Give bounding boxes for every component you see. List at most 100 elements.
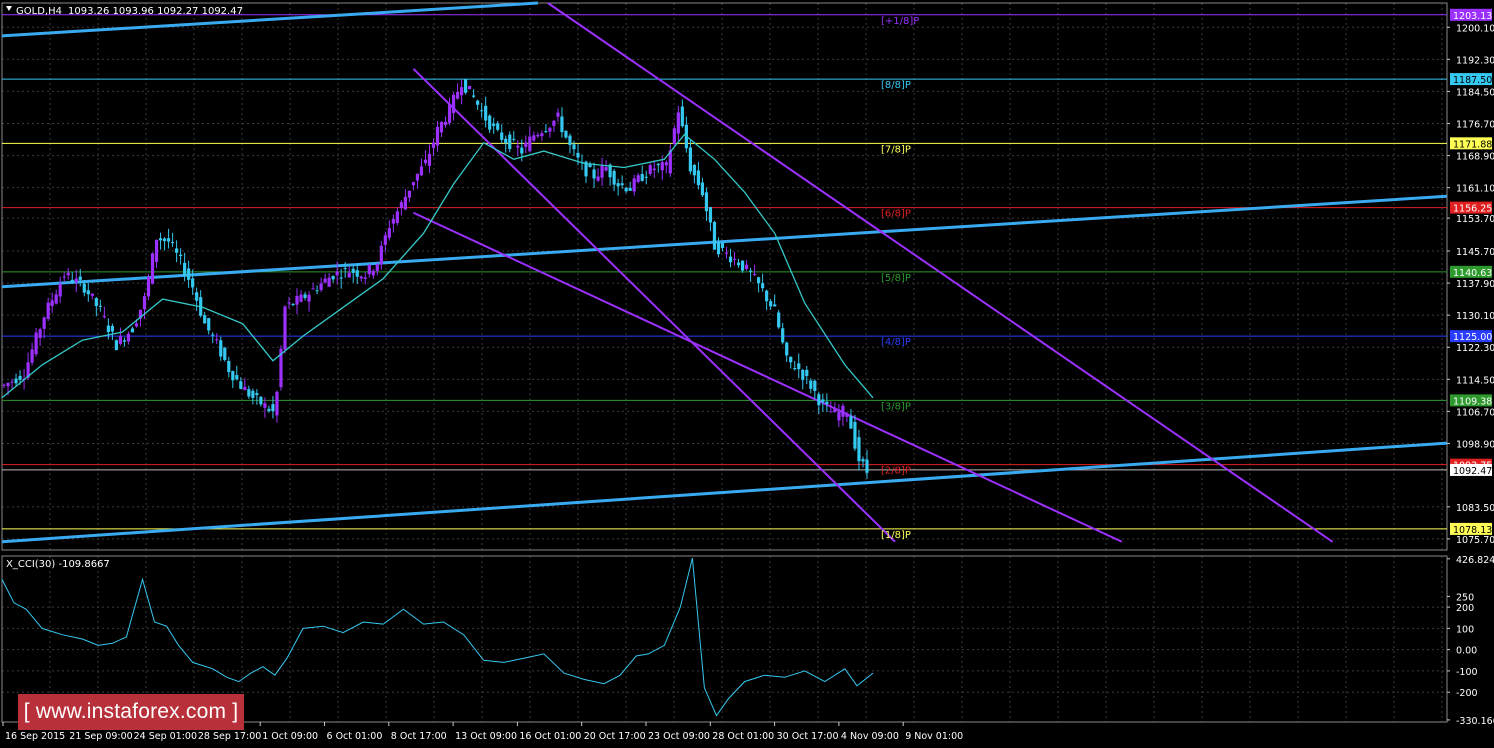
price-tick-label: 1098.90: [1456, 439, 1494, 450]
watermark-badge[interactable]: [ www.instaforex.com ]: [18, 694, 244, 730]
candle-body: [179, 254, 183, 257]
candle-body: [227, 360, 231, 373]
candle-body: [403, 196, 407, 210]
murrey-level-label: [+1/8]P: [881, 16, 919, 27]
candle-body: [30, 349, 34, 363]
candle-body: [560, 116, 564, 133]
price-tick-label: 1184.50: [1456, 87, 1494, 98]
candle-body: [319, 283, 323, 290]
candle-body: [70, 279, 74, 283]
candle-body: [548, 127, 552, 132]
level-price-text: 1109.38: [1453, 396, 1492, 407]
time-tick-label: 16 Sep 2015: [5, 731, 65, 742]
candle-body: [14, 378, 18, 384]
price-tick-label: 1176.70: [1456, 120, 1494, 131]
background: [0, 0, 1494, 744]
candle-body: [744, 264, 749, 270]
candle-body: [652, 168, 656, 171]
candle-body: [476, 100, 480, 105]
candle-body: [552, 120, 556, 126]
candle-body: [126, 333, 131, 342]
candle-body: [524, 142, 528, 147]
candle-body: [146, 276, 151, 297]
candle-body: [632, 178, 636, 192]
candle-body: [18, 375, 22, 380]
murrey-level-label: [6/8]P: [881, 209, 911, 220]
candle-body: [363, 277, 367, 279]
candle-body: [351, 268, 355, 273]
murrey-level-label: [1/8]P: [881, 530, 911, 541]
time-tick-label: 20 Oct 17:00: [584, 731, 646, 742]
candle-body: [271, 404, 275, 412]
candle-body: [540, 133, 544, 137]
candle-body: [315, 290, 319, 292]
candle-body: [769, 301, 773, 307]
candle-body: [407, 190, 412, 198]
chart-window[interactable]: [+1/8]P [8/8]P [7/8]P [6/8]P [5/8]P [4/8]P [3/…: [0, 0, 1494, 744]
cci-tick-label: 0.00: [1456, 646, 1477, 657]
candle-body: [700, 182, 705, 196]
candle-body: [676, 112, 680, 134]
price-tick-label: 1137.90: [1456, 279, 1494, 290]
candle-body: [785, 342, 789, 356]
candle-body: [528, 136, 532, 152]
candle-body: [688, 147, 692, 172]
price-chart-canvas[interactable]: [+1/8]P [8/8]P [7/8]P [6/8]P [5/8]P [4/8]P [3/…: [0, 0, 1494, 744]
candle-body: [291, 303, 295, 305]
murrey-level-label: [7/8]P: [881, 144, 911, 155]
candle-body: [439, 122, 444, 133]
candle-body: [94, 298, 98, 307]
candle-body: [38, 329, 42, 339]
candle-body: [66, 272, 70, 276]
cci-tick-label: -330.1663: [1456, 716, 1494, 727]
candle-body: [656, 163, 660, 166]
candle-body: [423, 159, 428, 164]
price-tick-label: 1145.70: [1456, 247, 1494, 258]
candle-body: [508, 134, 512, 149]
candle-body: [841, 405, 845, 417]
murrey-level-label: [5/8]P: [881, 273, 911, 284]
candle-body: [387, 228, 391, 238]
candle-body: [235, 375, 239, 380]
candle-body: [773, 304, 777, 307]
current-price-text: 1092.47: [1453, 466, 1492, 477]
candle-body: [106, 325, 110, 333]
candle-body: [512, 138, 516, 140]
candle-body: [399, 202, 403, 208]
candle-body: [259, 396, 263, 405]
candle-body: [162, 238, 167, 242]
candle-body: [122, 340, 127, 342]
candle-body: [82, 283, 86, 293]
candle-body: [821, 399, 825, 403]
candle-body: [809, 380, 813, 389]
murrey-level-label: [8/8]P: [881, 80, 911, 91]
candle-body: [817, 394, 821, 406]
candle-body: [443, 121, 448, 126]
candle-body: [451, 94, 456, 114]
candle-body: [267, 408, 271, 412]
candle-body: [484, 105, 488, 121]
candle-body: [74, 278, 78, 283]
candle-body: [660, 162, 664, 171]
level-price-text: 1171.88: [1453, 139, 1492, 150]
candle-body: [86, 290, 90, 295]
cci-tick-label: 426.8245: [1456, 555, 1494, 566]
candle-body: [6, 382, 10, 387]
candle-body: [114, 340, 118, 351]
candle-body: [231, 371, 235, 381]
candle-body: [805, 369, 809, 377]
candle-body: [789, 356, 793, 363]
murrey-level-label: [3/8]P: [881, 401, 911, 412]
candle-body: [287, 302, 291, 304]
cci-label: X_CCI(30) -109.8667: [6, 559, 110, 570]
candle-body: [46, 302, 50, 319]
candle-body: [612, 170, 616, 185]
candle-body: [777, 312, 781, 328]
price-tick-label: 1075.70: [1456, 535, 1494, 546]
candle-body: [239, 381, 243, 389]
candle-body: [600, 165, 604, 178]
candle-body: [455, 92, 460, 99]
candle-body: [299, 294, 303, 302]
candle-body: [343, 268, 347, 270]
candle-body: [335, 271, 339, 276]
